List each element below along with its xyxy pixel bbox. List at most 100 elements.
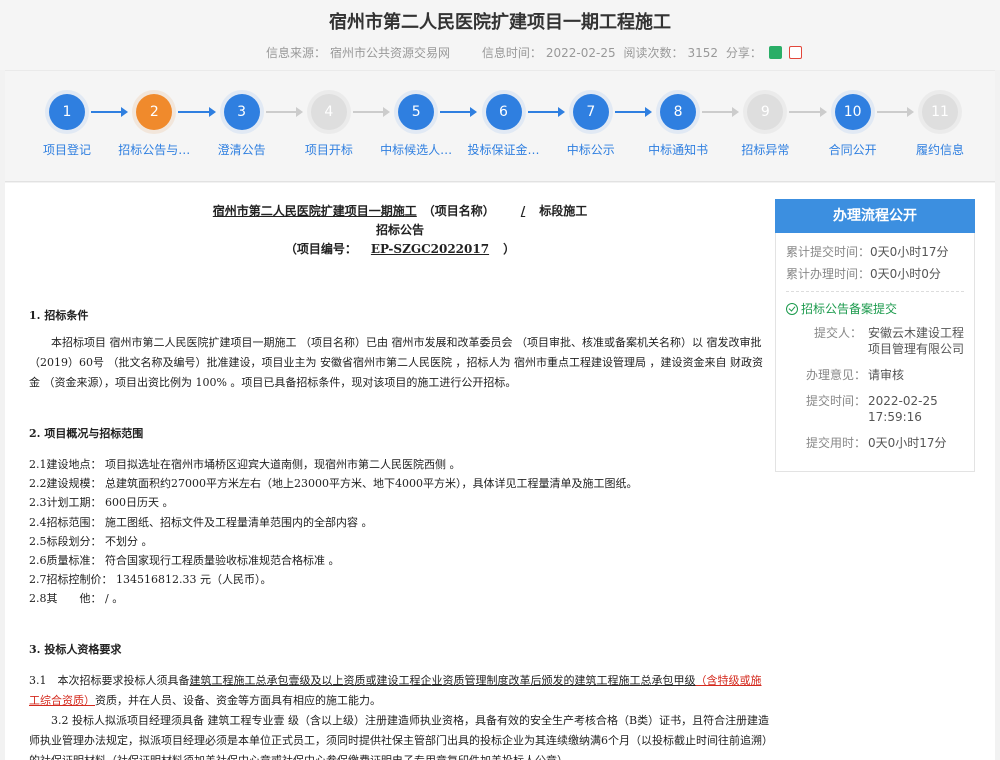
views-value: 3152 [687, 46, 719, 60]
submit-time-label: 提交时间： [806, 394, 867, 408]
doc-subtitle: 招标公告 [375, 223, 424, 237]
section-2-items: 2.1建设地点： 项目拟选址在宿州市埇桥区迎宾大道南侧，现宿州市第二人民医院西侧… [29, 455, 771, 609]
item-2-2: 2.2建设规模： 总建筑面积约27000平方米左右（地上23000平方米、地下4… [29, 477, 638, 491]
step-label: 澄清公告 [217, 143, 266, 157]
item-3-1-suffix: 资质，并在人员、设备、资金等方面具有相应的施工能力。 [95, 693, 381, 707]
step-7[interactable]: 7 中标公示 [543, 89, 639, 158]
total-handle-value: 0天0小时0分 [870, 267, 941, 281]
step-label: 合同公开 [828, 143, 877, 157]
process-panel-body: 累计提交时间： 0天0小时17分 累计办理时间： 0天0小时0分 招标公告备案提交 … [775, 233, 975, 472]
step-number: 10 [829, 89, 876, 135]
submit-used-label: 提交用时： [806, 436, 867, 450]
step-number: 11 [917, 89, 963, 135]
doc-section-value: / [520, 204, 526, 218]
item-2-6: 2.6质量标准： 符合国家现行工程质量验收标准规范合格标准 。 [29, 554, 340, 568]
submitter-value: 安徽云木建设工程项目管理有限公司 [868, 326, 965, 356]
main-area: 宿州市第二人民医院扩建项目一期施工 （项目名称） / 标段施工 招标公告 （项目编号：… [5, 183, 995, 760]
item-3-1: 3.1 本次招标要求投标人须具备建筑工程施工总承包壹级及以上资质或建设工程企业资… [29, 671, 771, 711]
wechat-icon[interactable] [768, 46, 782, 59]
doc-project-name: 宿州市第二人民医院扩建项目一期施工 [212, 204, 417, 218]
step-6[interactable]: 6 投标保证金… [456, 89, 552, 158]
process-steps: 1 项目登记 2 招标公告与… 3 澄清公告 4 项目开标 5 中标候选人… 6 投标保证金… 7 中标公… [5, 70, 995, 182]
item-3-2: 3.2 投标人拟派项目经理须具备 建筑工程专业壹 级（含以上级）注册建造师执业资… [29, 713, 770, 760]
step-label: 中标公示 [566, 143, 615, 157]
status-detail: 提交人： 安徽云木建设工程项目管理有限公司 办理意见： 请审核 提交时间： 2022-… [786, 325, 964, 451]
item-2-1: 2.1建设地点： 项目拟选址在宿州市埇桥区迎宾大道南侧，现宿州市第二人民医院西侧… [29, 458, 461, 471]
step-2[interactable]: 2 招标公告与… [106, 89, 202, 158]
total-submit-row: 累计提交时间： 0天0小时17分 [786, 243, 964, 261]
page-header: 宿州市第二人民医院扩建项目一期工程施工 信息来源： 宿州市公共资源交易网 信息时间… [0, 0, 1000, 70]
submitter-row: 提交人： 安徽云木建设工程项目管理有限公司 [786, 325, 964, 357]
step-label: 招标公告与… [118, 143, 191, 157]
submit-time-row: 提交时间： 2022-02-25 17:59:16 [786, 393, 964, 425]
section-1-title: 1. 招标条件 [29, 309, 89, 322]
step-4[interactable]: 4 项目开标 [281, 89, 377, 158]
weibo-icon[interactable] [788, 46, 802, 59]
step-label: 中标通知书 [648, 143, 709, 157]
step-label: 项目开标 [304, 143, 353, 157]
item-2-3: 2.3计划工期： 600日历天 。 [29, 496, 174, 510]
submit-used-row: 提交用时： 0天0小时17分 [786, 435, 964, 451]
section-3-title: 3. 投标人资格要求 [29, 642, 122, 656]
views-label: 阅读次数： [623, 46, 684, 60]
doc-code-label: （项目编号： [284, 242, 357, 256]
doc-section-label: 标段施工 [539, 204, 588, 218]
submit-used-value: 0天0小时17分 [868, 436, 947, 450]
step-8[interactable]: 8 中标通知书 [630, 89, 726, 158]
total-submit-label: 累计提交时间： [786, 245, 871, 259]
step-5[interactable]: 5 中标候选人… [368, 89, 464, 158]
step-number: 8 [655, 89, 702, 135]
process-panel: 办理流程公开 累计提交时间： 0天0小时17分 累计办理时间： 0天0小时0分 招标… [775, 199, 975, 472]
step-number: 7 [567, 89, 614, 135]
section-1-paragraph: 本招标项目 宿州市第二人民医院扩建项目一期施工 （项目名称）已由 宿州市发展和改… [29, 336, 763, 389]
divider [786, 291, 964, 292]
step-3[interactable]: 3 澄清公告 [194, 89, 290, 158]
step-1[interactable]: 1 项目登记 [19, 89, 115, 158]
announcement-content: 宿州市第二人民医院扩建项目一期施工 （项目名称） / 标段施工 招标公告 （项目编号：… [5, 183, 795, 760]
process-panel-title: 办理流程公开 [775, 199, 975, 233]
total-handle-label: 累计办理时间： [786, 267, 871, 281]
step-label: 中标候选人… [380, 143, 453, 157]
total-handle-row: 累计办理时间： 0天0小时0分 [786, 265, 964, 283]
time-value: 2022-02-25 [545, 46, 616, 60]
step-number: 2 [131, 89, 178, 135]
share-label: 分享： [725, 46, 762, 60]
source-label: 信息来源： [266, 46, 327, 60]
step-number: 9 [742, 89, 789, 135]
step-label: 投标保证金… [467, 143, 540, 157]
check-circle-icon [786, 302, 798, 315]
step-number: 6 [480, 89, 527, 135]
item-3-1-prefix: 3.1 本次招标要求投标人须具备 [29, 673, 190, 687]
source-value: 宿州市公共资源交易网 [330, 46, 451, 60]
step-11[interactable]: 11 履约信息 [892, 89, 988, 158]
opinion-row: 办理意见： 请审核 [786, 367, 964, 383]
status-row: 招标公告备案提交 [786, 300, 964, 317]
item-2-8: 2.8其 他： / 。 [29, 592, 124, 606]
step-number: 3 [218, 89, 265, 135]
doc-code-value: EP-SZGC2022017 [370, 242, 490, 256]
opinion-value: 请审核 [868, 368, 905, 382]
item-2-4: 2.4招标范围： 施工图纸、招标文件及工程量清单范围内的全部内容 。 [29, 515, 373, 529]
step-label: 项目登记 [42, 143, 91, 157]
doc-heading: 宿州市第二人民医院扩建项目一期施工 （项目名称） / 标段施工 招标公告 （项目编号：… [29, 202, 771, 259]
step-label: 招标异常 [741, 143, 790, 157]
step-10[interactable]: 10 合同公开 [805, 89, 901, 158]
step-number: 1 [44, 89, 90, 135]
item-2-5: 2.5标段划分： 不划分 。 [29, 534, 153, 548]
doc-project-name-label: （项目名称） [422, 204, 495, 218]
step-9[interactable]: 9 招标异常 [717, 89, 813, 158]
step-label: 履约信息 [915, 143, 964, 157]
submitter-label: 提交人： [813, 326, 862, 340]
doc-code-close: ） [503, 242, 516, 256]
item-2-7: 2.7招标控制价： 134516812.33 元（人民币）。 [29, 573, 272, 587]
status-text: 招标公告备案提交 [801, 302, 898, 316]
total-submit-value: 0天0小时17分 [870, 245, 949, 259]
page-title: 宿州市第二人民医院扩建项目一期工程施工 [329, 12, 671, 33]
time-label: 信息时间： [481, 46, 542, 60]
submit-time-value: 2022-02-25 17:59:16 [868, 394, 938, 424]
step-number: 4 [305, 89, 352, 135]
step-number: 5 [393, 89, 440, 135]
section-2-title: 2. 项目概况与招标范围 [29, 427, 144, 440]
item-3-1-qualification: 建筑工程施工总承包壹级及以上资质或建设工程企业资质管理制度改革后颁发的建筑工程施… [189, 673, 696, 687]
opinion-label: 办理意见： [806, 368, 867, 382]
